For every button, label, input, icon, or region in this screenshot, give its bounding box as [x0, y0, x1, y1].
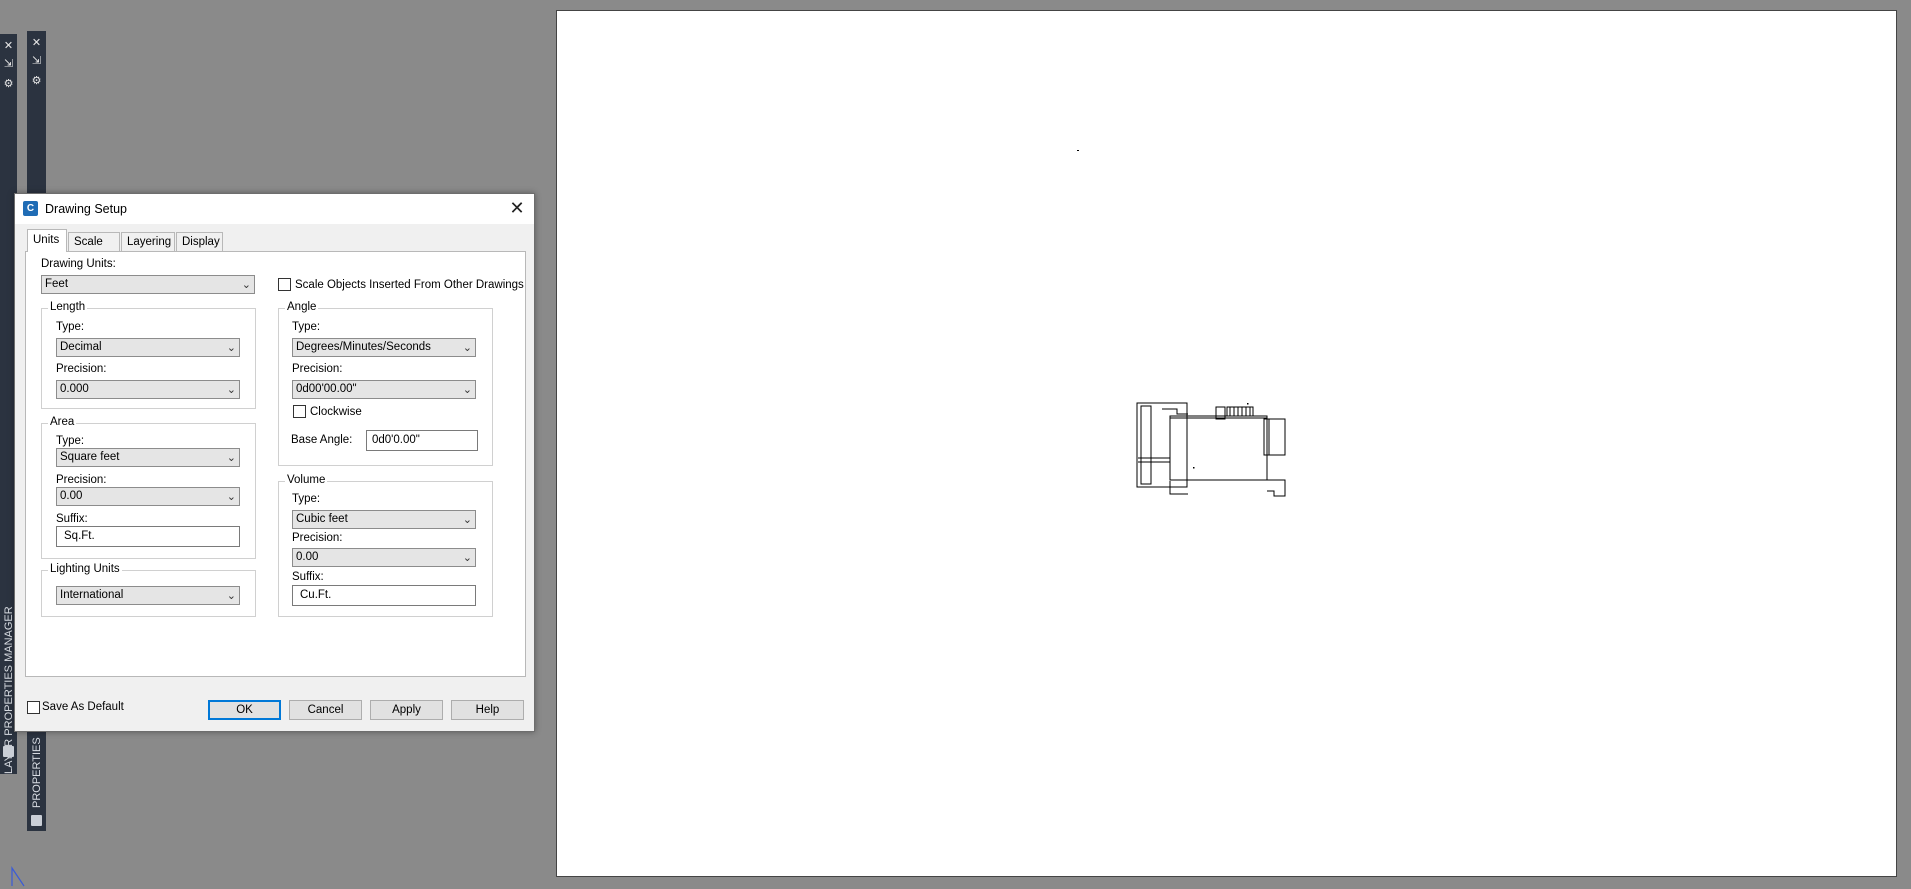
area-suffix-input[interactable]: Sq.Ft.: [56, 526, 240, 547]
palette-close-icon[interactable]: ✕: [0, 38, 17, 54]
lighting-units-select[interactable]: International ⌄: [56, 586, 240, 605]
app-icon: C: [23, 201, 38, 216]
lighting-units-title: Lighting Units: [48, 563, 122, 575]
volume-suffix-label: Suffix:: [292, 571, 324, 583]
area-suffix-label: Suffix:: [56, 513, 88, 525]
scale-objects-label[interactable]: Scale Objects Inserted From Other Drawin…: [295, 279, 524, 291]
length-precision-value: 0.000: [60, 383, 89, 395]
length-group-title: Length: [48, 301, 88, 313]
chevron-down-icon: ⌄: [462, 514, 472, 526]
dialog-title: Drawing Setup: [45, 202, 127, 216]
length-precision-select[interactable]: 0.000 ⌄: [56, 380, 240, 399]
lighting-units-value: International: [60, 589, 124, 601]
dialog-titlebar[interactable]: C Drawing Setup ✕: [15, 194, 534, 224]
ok-button[interactable]: OK: [208, 700, 281, 720]
angle-group-title: Angle: [285, 301, 319, 313]
dialog-close-icon[interactable]: ✕: [506, 198, 528, 220]
angle-type-value: Degrees/Minutes/Seconds: [296, 341, 431, 353]
chevron-down-icon: ⌄: [226, 590, 236, 602]
volume-precision-value: 0.00: [296, 551, 319, 563]
tab-layering[interactable]: Layering: [121, 232, 175, 251]
angle-type-select[interactable]: Degrees/Minutes/Seconds ⌄: [292, 338, 476, 357]
angle-precision-value: 0d00'00.00": [296, 383, 357, 395]
layer-manager-icon: [3, 746, 14, 757]
chevron-down-icon: ⌄: [462, 342, 472, 354]
length-type-value: Decimal: [60, 341, 102, 353]
chevron-down-icon: ⌄: [462, 552, 472, 564]
properties-icon: [31, 815, 42, 826]
chevron-down-icon: ⌄: [226, 342, 236, 354]
volume-precision-label: Precision:: [292, 532, 343, 544]
palette-close-icon[interactable]: ✕: [27, 35, 46, 51]
scale-objects-checkbox[interactable]: [278, 278, 291, 291]
volume-type-label: Type:: [292, 493, 321, 505]
volume-precision-select[interactable]: 0.00 ⌄: [292, 548, 476, 567]
volume-suffix-value: Cu.Ft.: [300, 589, 332, 601]
palette-settings-icon[interactable]: ⚙: [0, 76, 17, 92]
chevron-down-icon: ⌄: [226, 452, 236, 464]
tab-scale[interactable]: Scale: [68, 232, 120, 251]
base-angle-label: Base Angle:: [291, 434, 353, 446]
area-precision-label: Precision:: [56, 474, 107, 486]
area-type-label: Type:: [56, 435, 85, 447]
chevron-down-icon: ⌄: [226, 384, 236, 396]
units-tab-panel: Drawing Units: Feet ⌄ Scale Objects Inse…: [25, 251, 526, 677]
tab-units[interactable]: Units: [27, 229, 67, 252]
palette-autohide-icon[interactable]: ⇲: [0, 56, 17, 72]
area-type-value: Square feet: [60, 451, 120, 463]
apply-button[interactable]: Apply: [370, 700, 443, 720]
ucs-icon: [11, 866, 25, 887]
palette-settings-icon[interactable]: ⚙: [27, 73, 46, 89]
save-as-default-label[interactable]: Save As Default: [42, 701, 124, 713]
properties-palette-label[interactable]: PROPERTIES: [31, 737, 43, 808]
floor-plan-drawing[interactable]: [1132, 391, 1302, 501]
drawing-units-value: Feet: [45, 278, 69, 290]
save-as-default-checkbox[interactable]: [27, 701, 40, 714]
base-angle-value: 0d0'0.00": [372, 434, 420, 446]
drawing-units-select[interactable]: Feet ⌄: [41, 275, 255, 294]
volume-suffix-input[interactable]: Cu.Ft.: [292, 585, 476, 606]
chevron-down-icon: ⌄: [462, 384, 472, 396]
length-type-select[interactable]: Decimal ⌄: [56, 338, 240, 357]
drawing-dot: [1077, 150, 1079, 151]
clockwise-label[interactable]: Clockwise: [310, 406, 362, 418]
angle-type-label: Type:: [292, 321, 321, 333]
clockwise-checkbox[interactable]: [293, 405, 306, 418]
volume-type-value: Cubic feet: [296, 513, 348, 525]
cancel-button[interactable]: Cancel: [289, 700, 362, 720]
volume-group-title: Volume: [285, 474, 328, 486]
volume-type-select[interactable]: Cubic feet ⌄: [292, 510, 476, 529]
tab-display[interactable]: Display: [176, 232, 223, 251]
length-type-label: Type:: [56, 321, 85, 333]
drawing-setup-dialog: C Drawing Setup ✕ Units Scale Layering D…: [14, 193, 535, 732]
chevron-down-icon: ⌄: [226, 491, 236, 503]
area-precision-value: 0.00: [60, 490, 83, 502]
angle-precision-select[interactable]: 0d00'00.00" ⌄: [292, 380, 476, 399]
area-type-select[interactable]: Square feet ⌄: [56, 448, 240, 467]
base-angle-input[interactable]: 0d0'0.00": [366, 430, 478, 451]
drawing-units-label: Drawing Units:: [41, 258, 116, 270]
layout-paper[interactable]: [556, 10, 1897, 877]
area-precision-select[interactable]: 0.00 ⌄: [56, 487, 240, 506]
palette-autohide-icon[interactable]: ⇲: [27, 53, 46, 69]
length-precision-label: Precision:: [56, 363, 107, 375]
area-suffix-value: Sq.Ft.: [64, 530, 95, 542]
angle-precision-label: Precision:: [292, 363, 343, 375]
area-group-title: Area: [48, 416, 77, 428]
help-button[interactable]: Help: [451, 700, 524, 720]
chevron-down-icon: ⌄: [241, 279, 251, 291]
